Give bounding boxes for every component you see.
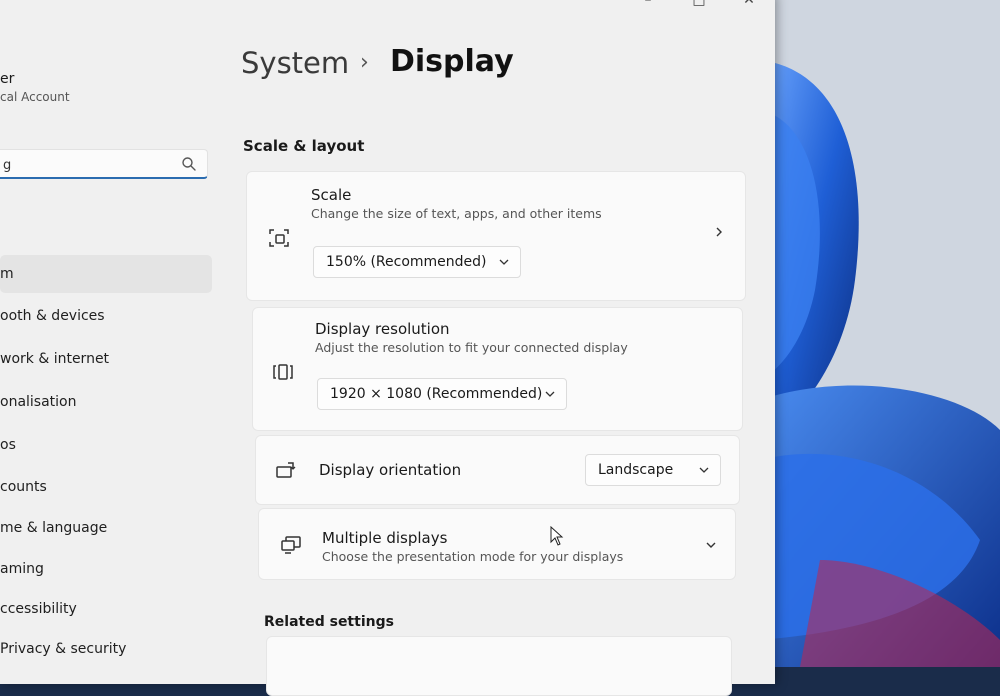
sidebar-item-label: ccessibility [0,601,77,617]
sidebar-item-label: m [0,266,14,282]
search-icon[interactable] [181,156,197,172]
sidebar-item[interactable]: Privacy & security [0,630,212,668]
scale-dropdown[interactable]: 150% (Recommended) [313,246,521,278]
sidebar-item-label: counts [0,479,47,495]
section-title-scale-layout: Scale & layout [243,137,365,155]
sidebar-item-label: work & internet [0,351,110,367]
chevron-down-icon[interactable] [705,539,717,551]
section-title-related-settings: Related settings [264,614,394,630]
breadcrumb-parent[interactable]: System [241,46,349,80]
resolution-description: Adjust the resolution to fit your connec… [315,340,628,355]
sidebar-item-label: ooth & devices [0,308,105,324]
orientation-dropdown-value: Landscape [598,462,674,478]
sidebar-item[interactable]: ooth & devices [0,297,212,335]
scale-card[interactable]: Scale Change the size of text, apps, and… [246,171,746,301]
search-box[interactable] [0,149,208,179]
display-orientation-card[interactable]: Display orientation Landscape [255,435,740,505]
close-button[interactable]: ✕ [737,0,761,10]
multiple-displays-card[interactable]: Multiple displays Choose the presentatio… [258,508,736,580]
minimize-button[interactable]: – [636,0,660,10]
orientation-dropdown[interactable]: Landscape [585,454,721,486]
sidebar-item-label: aming [0,561,44,577]
breadcrumb-separator: › [360,50,369,75]
chevron-down-icon [699,467,709,473]
resolution-icon [273,364,293,380]
scale-icon [269,229,289,247]
page-title: Display [390,44,514,79]
sidebar-item-label: os [0,437,16,453]
profile-name: er [0,71,15,87]
orientation-icon [276,462,296,478]
chevron-down-icon [499,259,509,265]
mouse-cursor-icon [550,526,564,546]
sidebar-item[interactable]: counts [0,468,212,506]
sidebar-item[interactable]: onalisation [0,383,212,421]
orientation-title: Display orientation [319,461,462,479]
resolution-dropdown[interactable]: 1920 × 1080 (Recommended) [317,378,567,410]
resolution-title: Display resolution [315,320,450,338]
maximize-button[interactable]: □ [687,0,711,10]
sidebar-item[interactable]: aming [0,550,212,588]
multiple-displays-description: Choose the presentation mode for your di… [322,549,624,564]
scale-dropdown-value: 150% (Recommended) [326,254,487,270]
sidebar-item-label: onalisation [0,394,77,410]
scale-description: Change the size of text, apps, and other… [311,206,602,221]
sidebar-item[interactable]: m [0,255,212,293]
scale-title: Scale [311,186,352,204]
related-settings-card[interactable] [266,636,732,696]
display-resolution-card[interactable]: Display resolution Adjust the resolution… [252,307,743,431]
multiple-displays-icon [281,536,301,554]
sidebar-item-label: me & language [0,520,108,536]
sidebar-item[interactable]: ccessibility [0,590,212,628]
windows-bloom-wallpaper [760,0,1000,667]
sidebar-item[interactable]: me & language [0,509,212,547]
multiple-displays-title: Multiple displays [322,529,448,547]
search-input[interactable] [1,155,175,175]
chevron-down-icon [545,391,555,397]
resolution-dropdown-value: 1920 × 1080 (Recommended) [330,386,543,402]
profile-account-type: cal Account [0,90,70,104]
sidebar-item[interactable]: os [0,426,212,464]
sidebar-item-label: Privacy & security [0,641,127,657]
chevron-right-icon[interactable] [713,226,725,238]
sidebar-item[interactable]: work & internet [0,340,212,378]
settings-window: – □ ✕ er cal Account m ooth & devices work… [0,0,775,696]
